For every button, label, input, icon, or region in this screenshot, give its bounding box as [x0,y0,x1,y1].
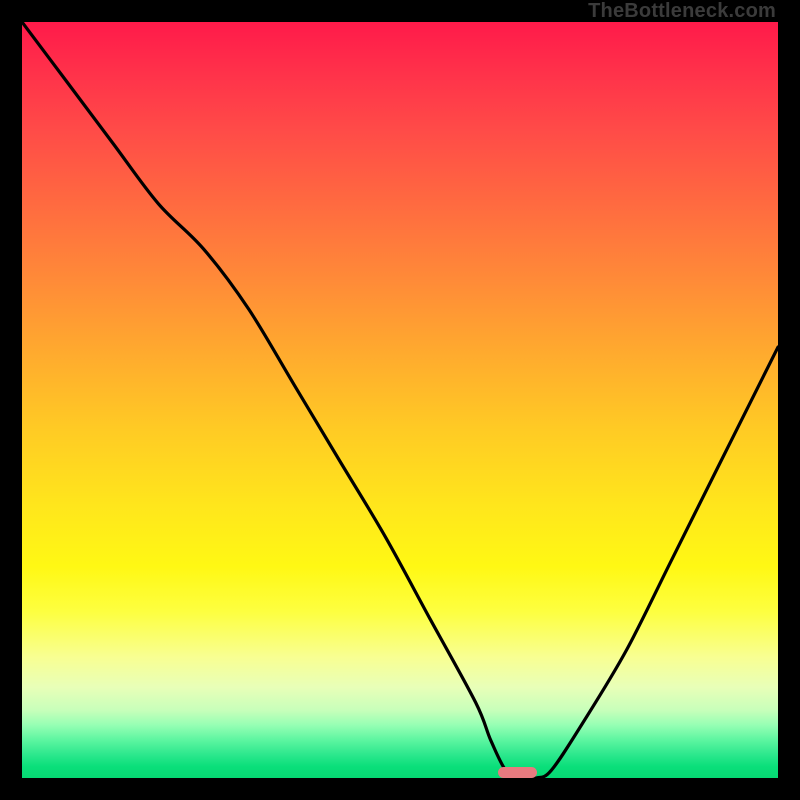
chart-frame: TheBottleneck.com [0,0,800,800]
plot-area [22,22,778,778]
bottleneck-curve [22,22,778,778]
watermark-text: TheBottleneck.com [588,0,776,23]
optimum-marker [498,767,537,778]
